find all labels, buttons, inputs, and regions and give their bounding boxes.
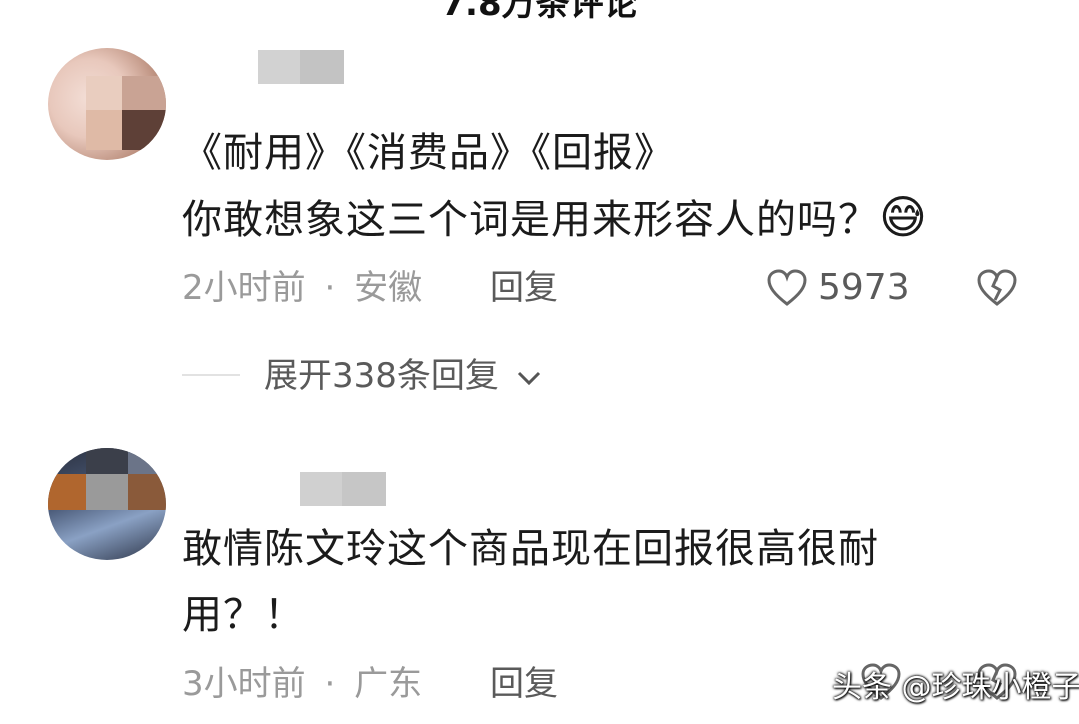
meta-separator: · [324, 268, 336, 308]
divider [182, 374, 240, 376]
comment-meta: 3小时前 · 广东 [182, 664, 422, 704]
like-button[interactable]: 5973 [766, 266, 916, 310]
heart-outline-icon [766, 268, 808, 308]
like-count: 5973 [818, 267, 910, 308]
comment-text-line: 你敢想象这三个词是用来形容人的吗？😅 [182, 186, 928, 251]
sweat-smile-emoji-icon: 😅 [879, 190, 928, 244]
reply-button[interactable]: 回复 [490, 664, 558, 704]
comment-time: 3小时前 [182, 664, 306, 704]
comment-count-title: 7.8万条评论 [441, 0, 638, 24]
avatar[interactable] [48, 48, 166, 160]
comment-text-line: 用？！ [182, 592, 305, 638]
expand-replies-button[interactable]: 展开338条回复 [264, 356, 542, 396]
username-blurred[interactable] [258, 50, 344, 84]
dislike-button[interactable] [976, 268, 1018, 308]
comment-text: 你敢想象这三个词是用来形容人的吗？ [182, 197, 879, 243]
expand-replies-label: 展开338条回复 [264, 356, 499, 396]
comment-time: 2小时前 [182, 268, 306, 308]
watermark: 头条 @珍珠小橙子 [832, 670, 1079, 705]
chevron-down-icon [516, 369, 542, 387]
reply-button[interactable]: 回复 [490, 268, 558, 308]
broken-heart-icon [976, 268, 1018, 308]
comment-location: 安徽 [354, 268, 423, 308]
meta-separator: · [324, 664, 336, 704]
avatar[interactable] [48, 448, 166, 560]
comment-text-line: 敢情陈文玲这个商品现在回报很高很耐 [182, 526, 879, 572]
comment-location: 广东 [354, 664, 423, 704]
comment-meta: 2小时前 · 安徽 [182, 268, 422, 308]
username-blurred[interactable] [300, 472, 386, 506]
comment-text-line: 《耐用》《消费品》《回报》 [182, 130, 675, 176]
